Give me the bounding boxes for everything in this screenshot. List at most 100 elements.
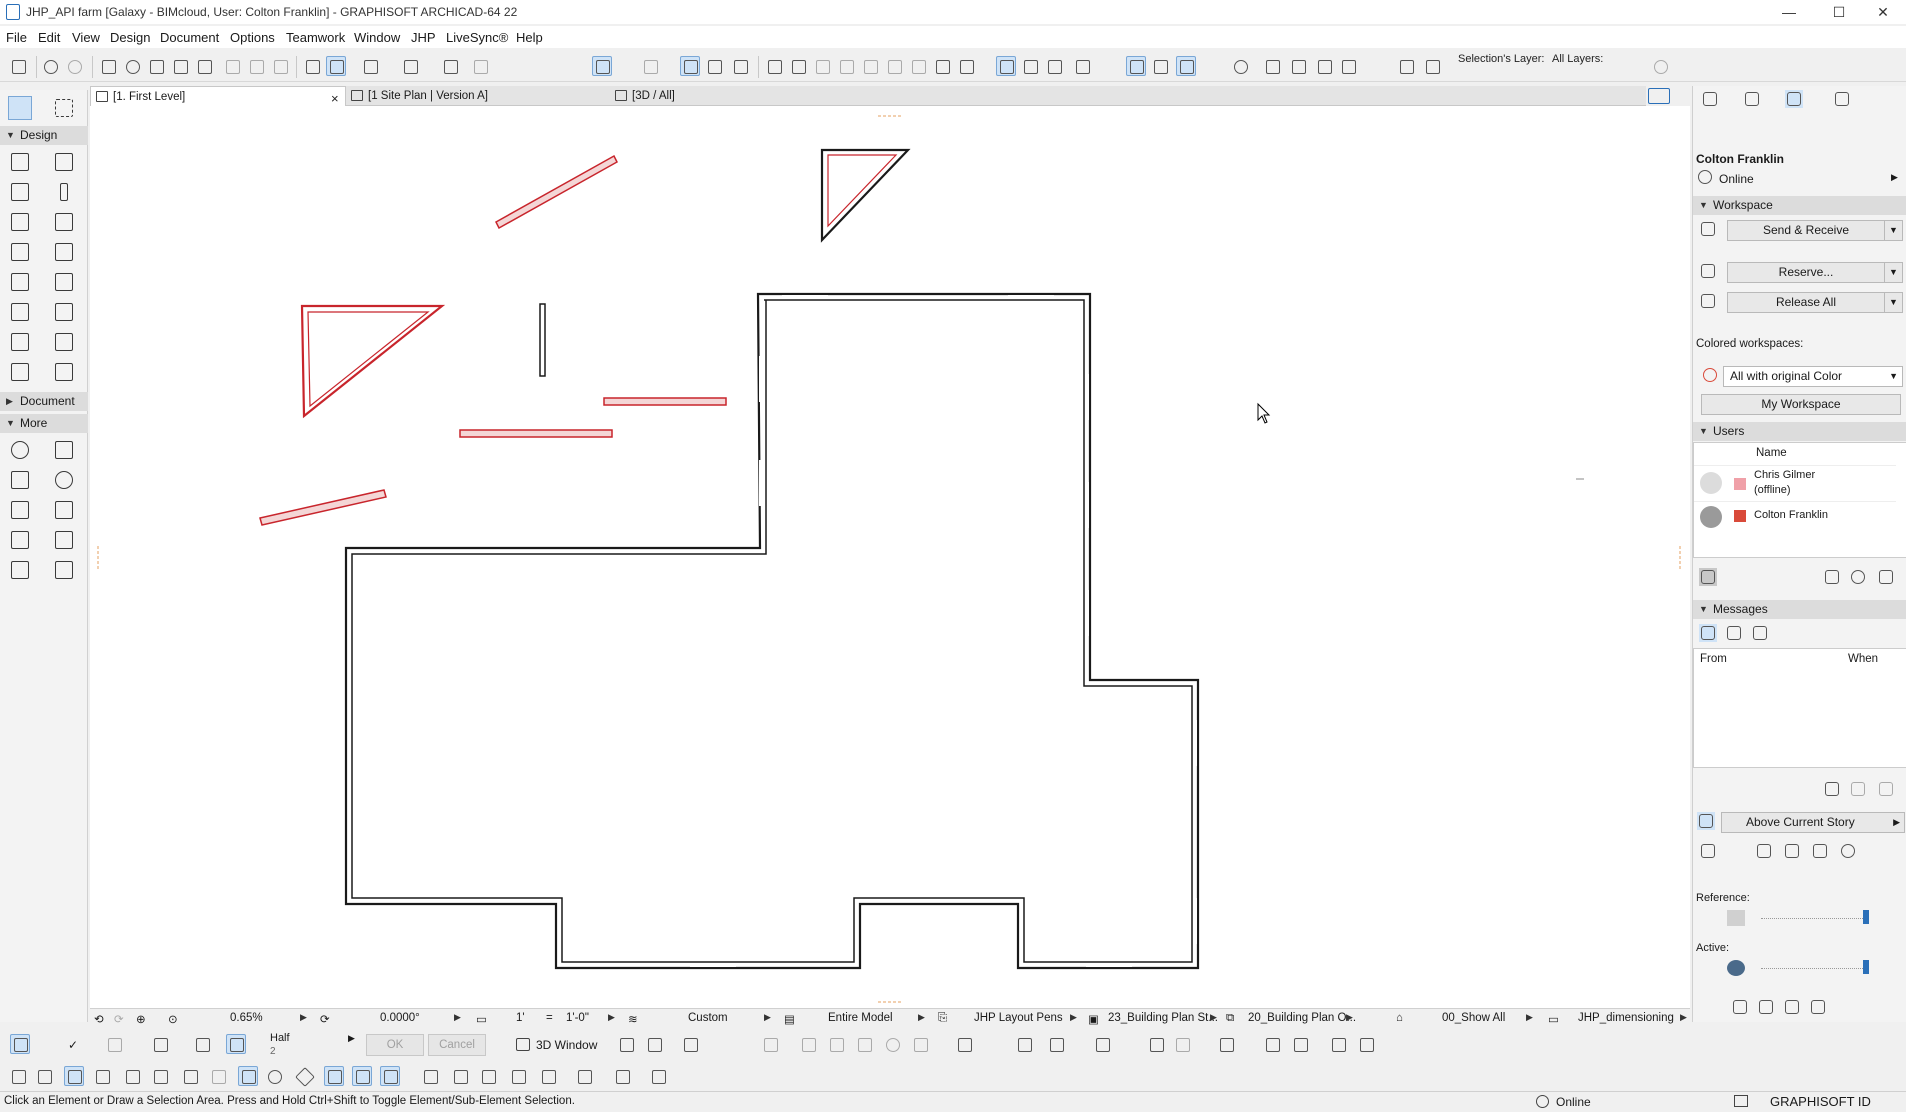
zoom-box-icon[interactable] <box>508 1066 528 1086</box>
morph-tool-icon[interactable] <box>8 330 32 354</box>
edit-elements-icon[interactable] <box>932 56 952 76</box>
arrow-tool-icon[interactable] <box>1833 90 1851 108</box>
reference-slider[interactable] <box>1761 918 1869 920</box>
camera-icon[interactable] <box>1216 1034 1236 1054</box>
users-icon[interactable] <box>1422 56 1442 76</box>
reserve-button[interactable]: Reserve... <box>1727 262 1885 283</box>
zoom-window-icon[interactable] <box>146 56 166 76</box>
visibility-icon[interactable] <box>1396 56 1416 76</box>
arrow-up-icon[interactable] <box>222 56 242 76</box>
door-tool-icon[interactable] <box>52 150 76 174</box>
section-messages[interactable]: ▼ Messages <box>1693 600 1906 619</box>
globe-icon[interactable] <box>1230 56 1250 76</box>
zoom-3d-icon[interactable] <box>1014 1034 1034 1054</box>
menu-options[interactable]: Options <box>230 30 275 45</box>
group-icon[interactable] <box>996 56 1016 76</box>
list-item[interactable]: Chris Gilmer (offline) <box>1694 465 1896 499</box>
railing-tool-icon[interactable] <box>52 240 76 264</box>
zoom-in-icon[interactable]: ⊕ <box>136 1012 146 1026</box>
trace-toggle-icon[interactable] <box>1699 842 1717 860</box>
section-more[interactable]: ▼ More <box>0 414 88 433</box>
shell-tool-icon[interactable] <box>52 270 76 294</box>
trace-option-icon[interactable] <box>1809 998 1827 1016</box>
render-icon[interactable] <box>1262 56 1282 76</box>
undo-icon[interactable] <box>40 56 60 76</box>
menu-window[interactable]: Window <box>354 30 400 45</box>
pattern-icon[interactable] <box>208 1066 228 1086</box>
shading-icon[interactable] <box>1046 1034 1066 1054</box>
arrow-tool-icon[interactable] <box>8 96 32 120</box>
grid-display-icon[interactable] <box>122 1066 142 1086</box>
reference-swatch[interactable] <box>1727 910 1745 926</box>
curtain-wall-icon[interactable] <box>956 56 976 76</box>
snap-guide-icon[interactable] <box>360 56 380 76</box>
structure-value[interactable]: 23_Building Plan St... <box>1108 1012 1218 1024</box>
chevron-right-icon[interactable]: ▶ <box>300 1012 307 1023</box>
window-tool-icon[interactable] <box>8 180 32 204</box>
user-action-icon[interactable] <box>1699 568 1717 586</box>
renovation-value[interactable]: 00_Show All <box>1442 1012 1505 1024</box>
3d-cutaway-icon[interactable] <box>798 1034 818 1054</box>
tab-site-plan[interactable]: [1 Site Plan | Version A] <box>346 86 606 106</box>
house-icon[interactable] <box>1290 1034 1310 1054</box>
trace-option-icon[interactable] <box>1783 998 1801 1016</box>
maximize-button[interactable]: ☐ <box>1816 0 1862 24</box>
close-button[interactable]: ✕ <box>1860 0 1906 24</box>
rotation-icon[interactable]: ⟳ <box>320 1012 330 1026</box>
checkmark-icon[interactable]: ✓ <box>64 1034 84 1054</box>
story-icon[interactable] <box>1697 812 1715 830</box>
shade-icon[interactable] <box>450 1066 470 1086</box>
snap-display-icon[interactable] <box>380 1066 400 1086</box>
trim-icon[interactable] <box>812 56 832 76</box>
beam-tool-icon[interactable] <box>8 210 32 234</box>
trace-move-icon[interactable] <box>1783 842 1801 860</box>
section-workspace[interactable]: ▼ Workspace <box>1693 196 1906 215</box>
menu-livesync[interactable]: LiveSync® <box>446 30 508 45</box>
grid-tool-icon[interactable] <box>8 468 32 492</box>
colored-workspaces-select[interactable]: All with original Color ▼ <box>1723 366 1903 387</box>
hatch-display-icon[interactable] <box>34 1066 54 1086</box>
marquee-tool-icon[interactable] <box>52 96 76 120</box>
arc-tool-icon[interactable] <box>52 498 76 522</box>
lamp-tool-icon[interactable] <box>52 468 76 492</box>
zone-tool-icon[interactable] <box>8 360 32 384</box>
view-map-icon[interactable] <box>1176 56 1196 76</box>
favorites-icon[interactable] <box>1126 56 1146 76</box>
window-layout-icon[interactable] <box>1734 1095 1748 1107</box>
elevation-icon[interactable] <box>1146 1034 1166 1054</box>
send-receive-dropdown[interactable]: ▼ <box>1885 220 1903 241</box>
find-select-icon[interactable] <box>98 56 118 76</box>
snap-guide-icon[interactable] <box>226 1034 246 1054</box>
add-user-icon[interactable] <box>1823 568 1841 586</box>
ok-button[interactable]: OK <box>366 1034 424 1056</box>
list-item[interactable]: Colton Franklin <box>1694 501 1896 529</box>
cancel-button[interactable]: Cancel <box>428 1034 486 1056</box>
users-name-column[interactable]: Name <box>1756 447 1787 459</box>
reference-slider-handle[interactable] <box>1863 910 1869 924</box>
suspend-groups-icon[interactable] <box>592 56 612 76</box>
reserve-dropdown[interactable]: ▼ <box>1885 262 1903 283</box>
release-all-button[interactable]: Release All <box>1727 292 1885 313</box>
half-label[interactable]: Half <box>270 1032 290 1044</box>
guide-line-icon[interactable] <box>326 56 346 76</box>
trace-icon[interactable] <box>680 56 700 76</box>
chevron-right-icon[interactable]: ▶ <box>1346 1012 1353 1023</box>
flythrough-icon[interactable] <box>1328 1034 1348 1054</box>
trace-option-icon[interactable] <box>1731 998 1749 1016</box>
solid-ops-icon[interactable] <box>1044 56 1064 76</box>
stair-tool-icon[interactable] <box>8 240 32 264</box>
marquee-3d-icon[interactable] <box>954 1034 974 1054</box>
adjust-icon[interactable] <box>788 56 808 76</box>
active-slider[interactable] <box>1761 968 1869 970</box>
arrow-display-icon[interactable] <box>150 1066 170 1086</box>
hatch-icon[interactable] <box>302 56 322 76</box>
offset-icon[interactable] <box>860 56 880 76</box>
fill-tool-icon[interactable] <box>52 360 76 384</box>
new-message-icon[interactable] <box>1823 780 1841 798</box>
text-display-icon[interactable] <box>478 1066 498 1086</box>
roof-tool-icon[interactable] <box>8 270 32 294</box>
diamond-icon[interactable] <box>294 1066 315 1087</box>
chevron-right-icon[interactable]: ▶ <box>348 1033 355 1044</box>
chevron-right-icon[interactable]: ▶ <box>918 1012 925 1023</box>
worksheet-tool-icon[interactable] <box>52 438 76 462</box>
